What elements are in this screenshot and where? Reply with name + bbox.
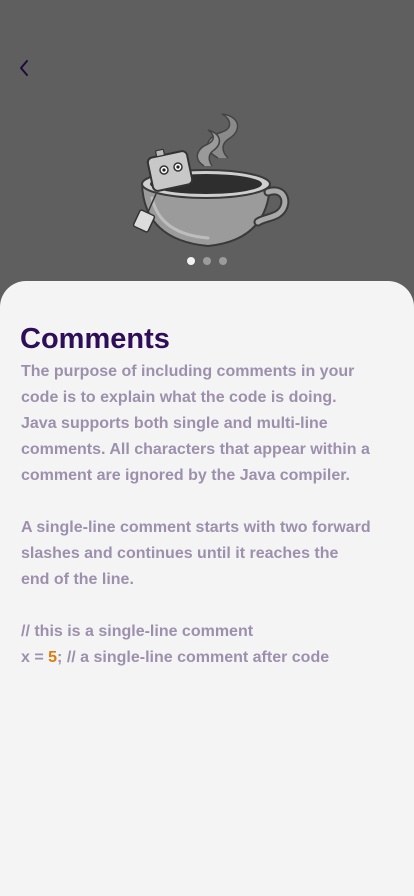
lesson-card: Comments The purpose of including commen…: [0, 281, 414, 896]
page-dot-2[interactable]: [203, 257, 211, 265]
page-dot-1[interactable]: [187, 257, 195, 265]
hero-illustration: [130, 108, 290, 253]
lesson-paragraph-2: A single-line comment starts with two fo…: [21, 519, 371, 588]
coffee-cup-icon: [132, 113, 290, 248]
lesson-body: The purpose of including comments in you…: [21, 359, 371, 671]
code-line-2-suffix: ; // a single-line comment after code: [57, 649, 330, 666]
chevron-left-icon: [20, 60, 28, 76]
code-line-2-prefix: x =: [21, 649, 49, 666]
code-number-literal: 5: [48, 649, 58, 666]
code-line-2: x = 5; // a single-line comment after co…: [21, 645, 371, 671]
code-line-1: // this is a single-line comment: [21, 623, 254, 640]
back-button[interactable]: [12, 56, 36, 80]
page-indicator: [0, 257, 414, 265]
lesson-title: Comments: [20, 323, 170, 355]
page-dot-3[interactable]: [219, 257, 227, 265]
lesson-paragraph-1: The purpose of including comments in you…: [21, 363, 370, 484]
